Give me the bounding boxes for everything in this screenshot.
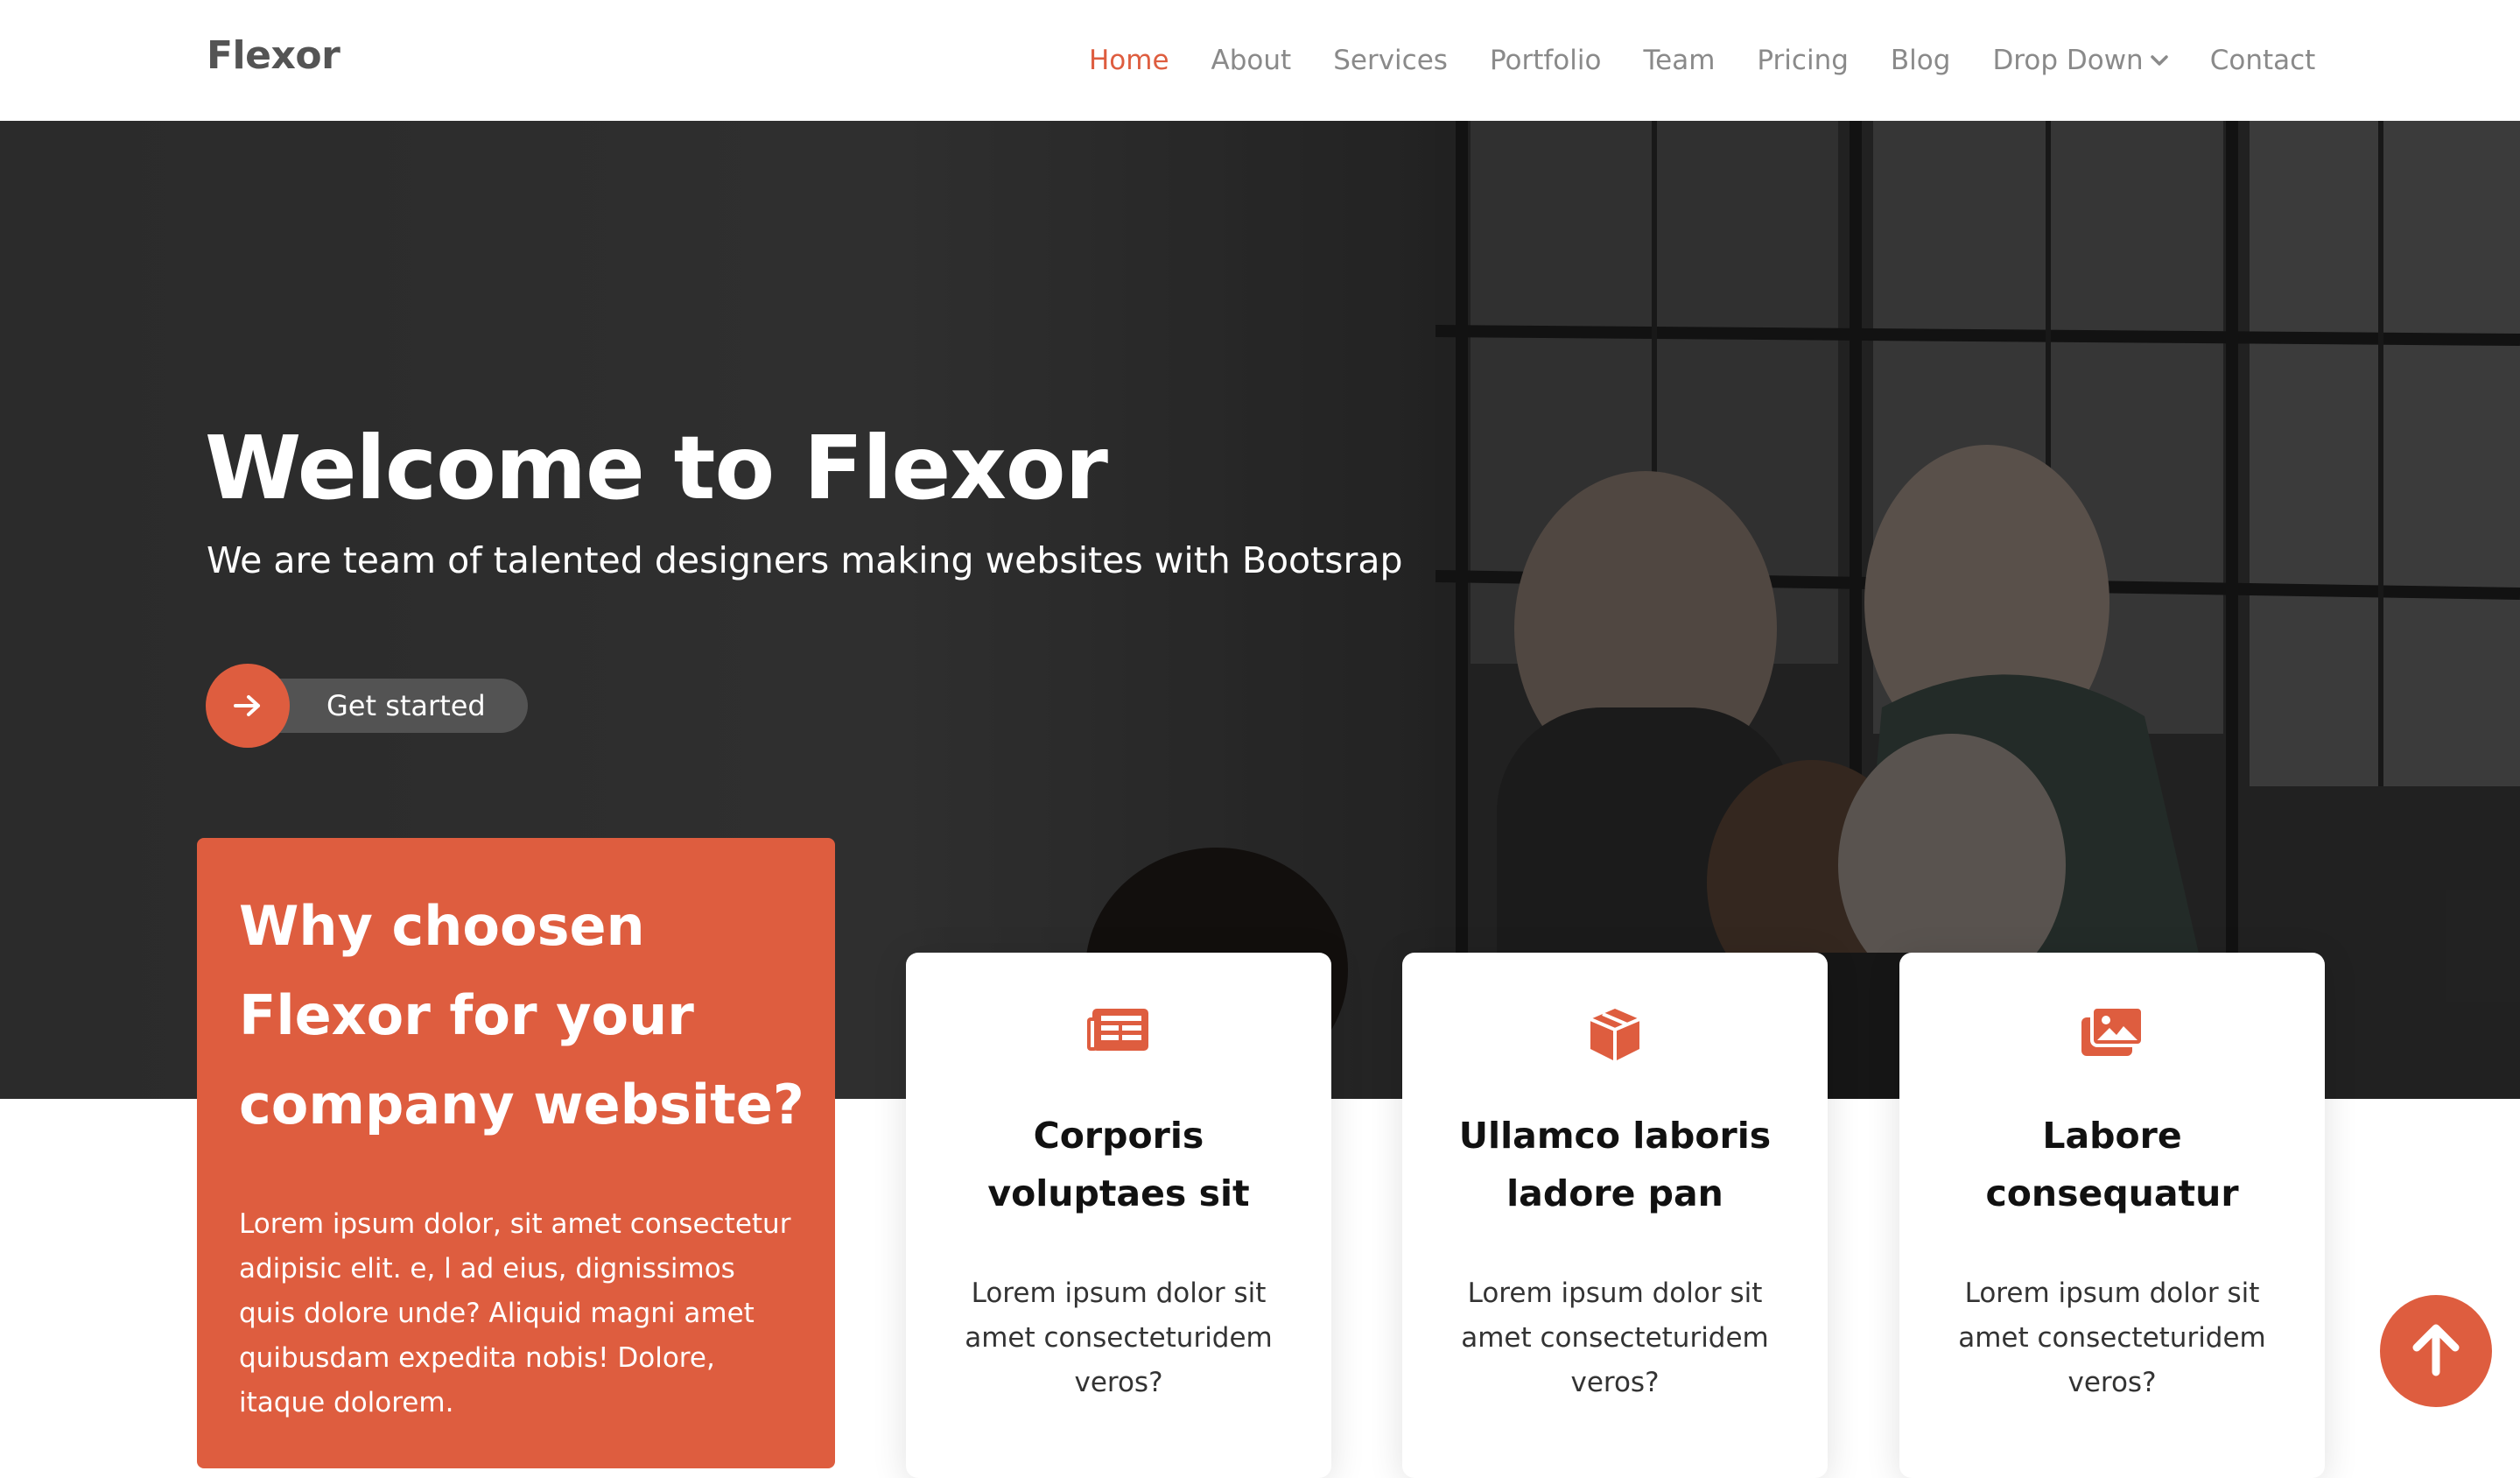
nav-item-services[interactable]: Services <box>1333 45 1448 76</box>
images-icon <box>1899 1005 2325 1068</box>
nav-item-about[interactable]: About <box>1211 45 1292 76</box>
newspaper-icon <box>906 1005 1331 1068</box>
nav-item-label: Drop Down <box>1992 45 2144 76</box>
feature-text: Lorem ipsum dolor sit amet consecteturid… <box>965 1277 1273 1398</box>
nav-item-label: Team <box>1643 45 1716 76</box>
feature-title: Labore consequatur <box>1985 1115 2239 1214</box>
feature-title: Corporis voluptaes sit <box>987 1115 1250 1214</box>
site-header: Flexor Home About Services Portfolio Tea… <box>0 0 2520 121</box>
nav-item-label: Blog <box>1890 45 1951 76</box>
why-title: Why choosen Flexor for your company webs… <box>239 894 804 1137</box>
feature-title: Ullamco laboris ladore pan <box>1458 1115 1772 1214</box>
nav-item-label: Pricing <box>1757 45 1849 76</box>
arrow-right-icon <box>206 664 290 748</box>
nav-item-home[interactable]: Home <box>1089 45 1169 76</box>
main-nav: Home About Services Portfolio Team Prici… <box>1089 39 2315 82</box>
nav-item-team[interactable]: Team <box>1643 45 1715 76</box>
nav-item-blog[interactable]: Blog <box>1891 45 1951 76</box>
nav-item-contact[interactable]: Contact <box>2210 45 2316 76</box>
box-icon <box>1402 1005 1828 1068</box>
why-text: Lorem ipsum dolor, sit amet consectetur … <box>239 1208 791 1418</box>
nav-item-pricing[interactable]: Pricing <box>1757 45 1849 76</box>
nav-item-label: Portfolio <box>1489 45 1602 76</box>
chevron-down-icon <box>2150 54 2168 67</box>
feature-card: Ullamco laboris ladore pan Lorem ipsum d… <box>1402 953 1828 1478</box>
nav-item-portfolio[interactable]: Portfolio <box>1490 45 1602 76</box>
nav-item-label: Home <box>1089 45 1169 76</box>
nav-item-label: About <box>1211 45 1292 76</box>
nav-item-label: Contact <box>2209 45 2316 76</box>
feature-text: Lorem ipsum dolor sit amet consecteturid… <box>1461 1277 1769 1398</box>
get-started-button[interactable]: Get started <box>206 664 528 748</box>
hero-subtitle: We are team of talented designers making… <box>207 539 1403 581</box>
arrow-up-icon <box>2410 1321 2462 1381</box>
hero-title: Welcome to Flexor <box>205 417 1108 519</box>
back-to-top-button[interactable] <box>2380 1295 2492 1407</box>
nav-item-label: Services <box>1333 45 1448 76</box>
why-choose-box: Why choosen Flexor for your company webs… <box>197 838 835 1468</box>
feature-card: Labore consequatur Lorem ipsum dolor sit… <box>1899 953 2325 1478</box>
nav-item-drop-down[interactable]: Drop Down <box>1992 45 2168 76</box>
site-logo[interactable]: Flexor <box>207 33 340 78</box>
feature-text: Lorem ipsum dolor sit amet consecteturid… <box>1958 1277 2266 1398</box>
feature-card: Corporis voluptaes sit Lorem ipsum dolor… <box>906 953 1331 1478</box>
